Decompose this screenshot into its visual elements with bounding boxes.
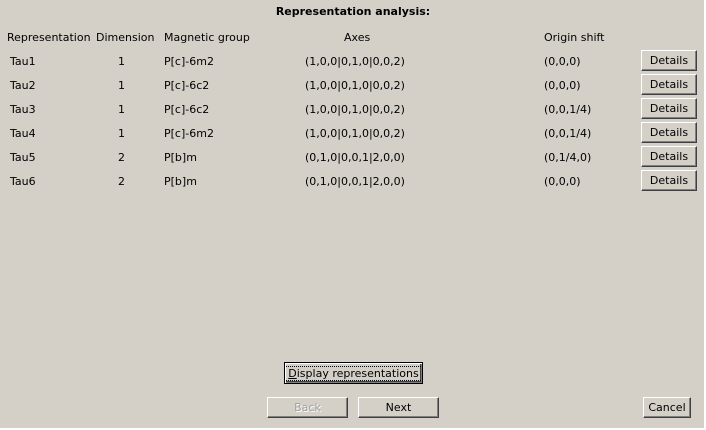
- cell-magnetic-group: P[c]-6c2: [164, 103, 210, 116]
- details-button[interactable]: Details: [641, 50, 697, 71]
- cell-dimension: 1: [118, 103, 125, 116]
- cell-magnetic-group: P[c]-6c2: [164, 79, 210, 92]
- dialog-title: Representation analysis:: [275, 5, 431, 18]
- cell-representation: Tau6: [10, 175, 36, 188]
- mnemonic-d: D: [288, 366, 297, 380]
- details-button[interactable]: Details: [641, 74, 697, 95]
- cell-axes: (1,0,0|0,1,0|0,0,2): [305, 103, 405, 116]
- cell-dimension: 1: [118, 55, 125, 68]
- cell-origin-shift: (0,0,0): [544, 175, 581, 188]
- header-magnetic-group: Magnetic group: [164, 31, 250, 44]
- cell-origin-shift: (0,0,1/4): [544, 127, 592, 140]
- cell-origin-shift: (0,1/4,0): [544, 151, 592, 164]
- cell-axes: (1,0,0|0,1,0|0,0,2): [305, 55, 405, 68]
- next-button[interactable]: Next: [358, 397, 439, 418]
- cell-origin-shift: (0,0,0): [544, 55, 581, 68]
- header-axes: Axes: [344, 31, 371, 44]
- header-dimension: Dimension: [96, 31, 155, 44]
- cell-magnetic-group: P[b]m: [164, 151, 197, 164]
- back-button[interactable]: Back: [267, 397, 348, 418]
- cell-origin-shift: (0,0,1/4): [544, 103, 592, 116]
- details-button[interactable]: Details: [641, 122, 697, 143]
- details-button[interactable]: Details: [641, 146, 697, 167]
- display-representations-button[interactable]: Display representations: [284, 362, 423, 384]
- display-representations-text: isplay representations: [296, 366, 419, 380]
- cell-axes: (1,0,0|0,1,0|0,0,2): [305, 127, 405, 140]
- cell-dimension: 1: [118, 127, 125, 140]
- cell-dimension: 1: [118, 79, 125, 92]
- cell-representation: Tau4: [10, 127, 36, 140]
- cell-axes: (0,1,0|0,0,1|2,0,0): [305, 175, 405, 188]
- cell-representation: Tau1: [10, 55, 36, 68]
- cell-magnetic-group: P[c]-6m2: [164, 55, 214, 68]
- cell-dimension: 2: [118, 175, 125, 188]
- display-representations-label: Display representations: [284, 365, 423, 381]
- cell-representation: Tau3: [10, 103, 36, 116]
- dialog-window: Representation analysis: Representation …: [0, 0, 705, 430]
- cell-magnetic-group: P[b]m: [164, 175, 197, 188]
- header-origin-shift: Origin shift: [544, 31, 605, 44]
- details-button[interactable]: Details: [641, 98, 697, 119]
- details-button[interactable]: Details: [641, 170, 697, 191]
- cell-representation: Tau5: [10, 151, 36, 164]
- cell-axes: (0,1,0|0,0,1|2,0,0): [305, 151, 405, 164]
- cancel-button[interactable]: Cancel: [643, 397, 691, 418]
- cell-representation: Tau2: [10, 79, 36, 92]
- cell-dimension: 2: [118, 151, 125, 164]
- cell-axes: (1,0,0|0,1,0|0,0,2): [305, 79, 405, 92]
- header-representation: Representation: [7, 31, 91, 44]
- cell-origin-shift: (0,0,0): [544, 79, 581, 92]
- cell-magnetic-group: P[c]-6m2: [164, 127, 214, 140]
